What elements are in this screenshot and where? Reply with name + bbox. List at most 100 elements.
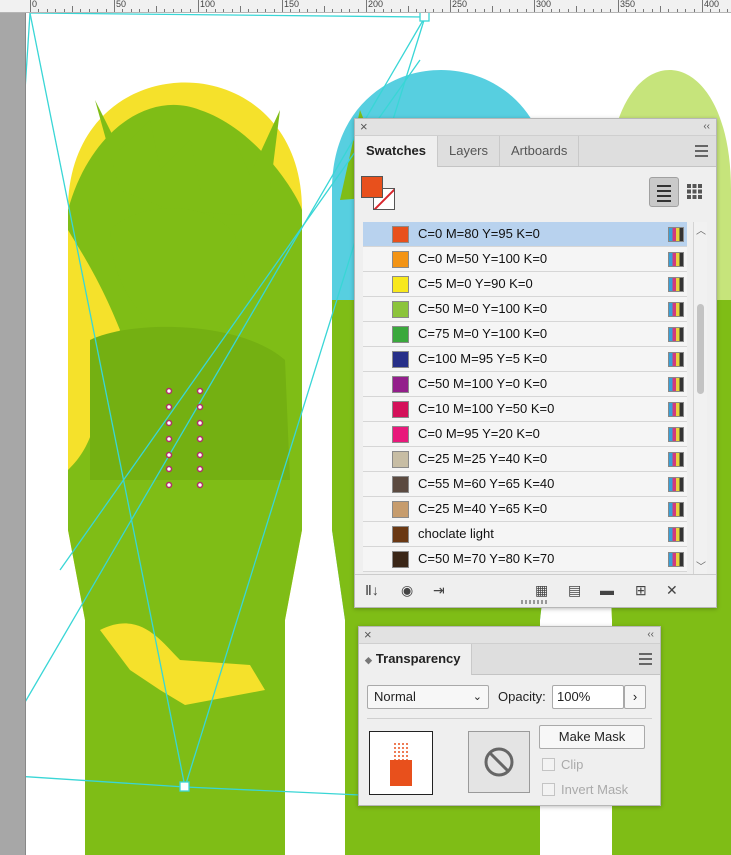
swatch-name: C=0 M=50 Y=100 K=0 (418, 251, 548, 266)
swatch-row[interactable]: C=50 M=100 Y=0 K=0 (363, 372, 687, 397)
cmyk-process-icon (668, 527, 684, 542)
list-view-button[interactable] (649, 177, 679, 207)
ruler-tick (189, 9, 191, 12)
ruler-tick (693, 9, 695, 12)
scroll-up-icon[interactable]: ︿ (696, 222, 706, 237)
ruler-tick (508, 9, 510, 12)
ruler-tick (88, 9, 90, 12)
swatch-row[interactable]: C=75 M=0 Y=100 K=0 (363, 322, 687, 347)
collapse-icon[interactable]: ‹‹ (647, 627, 654, 643)
ruler-tick (114, 0, 115, 12)
ruler-tick (609, 9, 611, 12)
invert-mask-checkbox[interactable] (542, 783, 555, 796)
scroll-thumb[interactable] (697, 304, 704, 394)
ruler-tick (290, 9, 292, 12)
swatch-row[interactable]: C=55 M=60 Y=65 K=40 (363, 472, 687, 497)
tab-transparency[interactable]: ◆ Transparency (359, 644, 473, 675)
new-swatch-icon[interactable]: ⊞ (635, 582, 647, 599)
ruler-tick (626, 9, 628, 12)
ruler-tick (391, 9, 393, 12)
swatch-color-chip (392, 426, 409, 443)
swatches-footer: Ⅱ↓ ◉ ⇥ ▦ ▤ ▬ ⊞ ✕ (355, 574, 716, 599)
ruler-tick (72, 6, 73, 12)
color-group-icon[interactable]: ▤ (568, 582, 581, 599)
show-swatch-kinds-icon[interactable]: ◉ (401, 582, 413, 599)
opacity-slider-button[interactable]: › (624, 685, 646, 709)
ruler-tick (273, 9, 275, 12)
fill-stroke-indicator[interactable] (361, 176, 397, 212)
ruler-tick (643, 9, 645, 12)
blend-mode-select[interactable]: Normal ⌄ (367, 685, 489, 709)
make-mask-button[interactable]: Make Mask (539, 725, 645, 749)
delete-swatch-icon[interactable]: ✕ (666, 582, 678, 599)
swatch-color-chip (392, 376, 409, 393)
opacity-field[interactable]: 100% (552, 685, 624, 709)
swatch-libraries-icon[interactable]: Ⅱ↓ (365, 582, 379, 599)
swatch-row[interactable]: C=100 M=95 Y=5 K=0 (363, 347, 687, 372)
ruler-tick (685, 9, 687, 12)
cmyk-process-icon (668, 227, 684, 242)
ruler-tick (374, 9, 376, 12)
swatch-row[interactable]: C=50 M=70 Y=80 K=70 (363, 547, 687, 572)
swatch-color-chip (392, 326, 409, 343)
ruler-tick (324, 6, 325, 12)
transparency-panel-titlebar[interactable]: × ‹‹ (359, 627, 660, 644)
tab-swatches[interactable]: Swatches (355, 136, 438, 167)
panel-menu-icon[interactable] (695, 145, 708, 160)
swatch-row[interactable]: C=10 M=100 Y=50 K=0 (363, 397, 687, 422)
close-icon[interactable]: × (364, 627, 372, 643)
ruler-tick (727, 9, 729, 12)
ruler-tick (63, 9, 65, 12)
swatch-name: C=5 M=0 Y=90 K=0 (418, 276, 533, 291)
mask-thumbnail[interactable] (468, 731, 530, 793)
swatch-row[interactable]: C=0 M=80 Y=95 K=0 (363, 222, 687, 247)
swatch-row[interactable]: C=25 M=25 Y=40 K=0 (363, 447, 687, 472)
swatches-panel-titlebar[interactable]: × ‹‹ (355, 119, 716, 136)
ruler-label: 350 (620, 0, 636, 9)
swatch-row[interactable]: C=0 M=50 Y=100 K=0 (363, 247, 687, 272)
grid-view-button[interactable] (680, 177, 708, 205)
expand-options-icon[interactable]: ◆ (365, 655, 372, 665)
cmyk-process-icon (668, 277, 684, 292)
swatch-list[interactable]: C=0 M=80 Y=95 K=0 C=0 M=50 Y=100 K=0 C=5 M… (355, 222, 709, 574)
ruler-tick (30, 0, 31, 12)
cmyk-process-icon (668, 552, 684, 567)
place-swatches-icon[interactable]: ⇥ (433, 582, 445, 599)
panel-menu-icon[interactable] (639, 653, 652, 668)
swatch-row[interactable]: C=25 M=40 Y=65 K=0 (363, 497, 687, 522)
clip-checkbox[interactable] (542, 758, 555, 771)
new-group-icon[interactable]: ▬ (600, 582, 614, 598)
collapse-icon[interactable]: ‹‹ (703, 119, 710, 135)
no-mask-icon (484, 747, 514, 777)
invert-mask-label: Invert Mask (561, 782, 629, 797)
ruler-tick (542, 9, 544, 12)
panel-resize-grip[interactable] (521, 600, 549, 604)
swatch-options-icon[interactable]: ▦ (535, 582, 548, 599)
ruler-tick (559, 9, 561, 12)
swatch-row[interactable]: C=50 M=0 Y=100 K=0 (363, 297, 687, 322)
ruler-tick (517, 9, 519, 12)
ruler-tick (349, 9, 351, 12)
ruler-tick (382, 9, 384, 12)
scroll-down-icon[interactable]: ﹀ (696, 558, 706, 573)
swatch-row[interactable]: C=5 M=0 Y=90 K=0 (363, 272, 687, 297)
ruler-tick (441, 9, 443, 12)
swatch-scrollbar[interactable]: ︿ ﹀ (693, 222, 707, 574)
ruler-tick (164, 9, 166, 12)
swatch-row[interactable]: C=0 M=95 Y=20 K=0 (363, 422, 687, 447)
ruler-tick (198, 0, 199, 12)
tab-layers[interactable]: Layers (438, 136, 501, 166)
ruler-tick (307, 9, 309, 12)
cmyk-process-icon (668, 452, 684, 467)
ruler-tick (214, 9, 216, 12)
swatch-row[interactable]: choclate light (363, 522, 687, 547)
horizontal-ruler[interactable]: 0 50 100 150 200 250 300 350 400 (0, 0, 731, 13)
swatches-panel: × ‹‹ Swatches Layers Artboards C=0 M=80 … (354, 118, 717, 608)
fill-swatch[interactable] (361, 176, 383, 198)
ruler-tick (105, 9, 107, 12)
object-thumbnail[interactable] (369, 731, 433, 795)
ruler-tick (534, 0, 535, 12)
tab-artboards[interactable]: Artboards (500, 136, 580, 166)
close-icon[interactable]: × (360, 119, 368, 135)
cmyk-process-icon (668, 302, 684, 317)
